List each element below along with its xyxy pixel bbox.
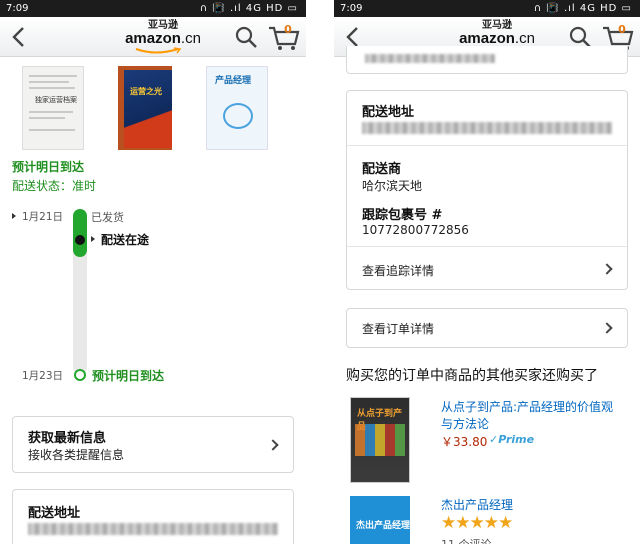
view-tracking-row[interactable]: 查看追踪详情 [347,247,627,289]
product-image-2[interactable]: 杰出产品经理 [350,496,410,544]
product-thumbnail-1[interactable]: 独家运营档案 [22,66,84,150]
view-order-button[interactable]: 查看订单详情 [346,308,628,348]
logo-en-text: amazon.cn [125,30,201,47]
right-screen: 7:09 ∩ 📳 .ıl 4G HD ▭ 亚马逊 amazon.cn 0 配送地… [334,0,640,544]
product-image-1[interactable]: 从点子到产品 [350,397,410,483]
address-redacted [362,122,612,134]
amazon-logo[interactable]: 亚马逊 amazon.cn [118,20,208,54]
status-time: 7:09 [6,3,29,14]
redacted-text [365,54,495,63]
timeline-shipped-label: 已发货 [91,211,124,224]
tracking-title: 跟踪包裹号 # [362,208,443,223]
left-screen: 7:09 ∩ 📳 .ıl 4G HD ▭ 亚马逊 amazon.cn 0 独家运… [0,0,306,544]
chevron-right-icon [601,322,613,334]
timeline-current-label: 配送在途 [101,233,150,247]
timeline-end-date: 1月23日 [22,370,64,382]
shipping-info-card: 配送地址 配送商 哈尔滨天地 跟踪包裹号 # 10772800772856 查看… [346,90,628,290]
chevron-right-icon [601,263,613,275]
cart-count: 0 [284,23,292,36]
carrier-title: 配送商 [362,162,402,177]
status-time: 7:09 [340,3,363,14]
carrier-name: 哈尔滨天地 [362,179,423,193]
timeline-start-date: 1月21日 [22,211,64,223]
tracking-number: 10772800772856 [362,223,469,237]
smile-icon [135,47,182,54]
product-image-2-title: 杰出产品经理 [356,521,411,531]
status-bar: 7:09 ∩ 📳 .ıl 4G HD ▭ [334,0,640,17]
timeline-end-dot [74,369,86,381]
product-2-link[interactable]: 杰出产品经理 [441,497,513,514]
thumb3-title: 产品经理 [215,76,252,86]
previous-card-bottom [346,46,628,74]
address-title: 配送地址 [28,506,81,521]
timeline-pointer-icon [91,236,95,242]
product-thumbnail-3[interactable]: 产品经理 [206,66,268,150]
view-tracking-label: 查看追踪详情 [362,264,435,278]
address-card: 配送地址 [12,489,294,544]
prime-badge: ✓Prime [489,433,535,446]
nav-bar: 亚马逊 amazon.cn 0 [0,17,306,57]
status-icons: ∩ 📳 .ıl 4G HD ▭ [199,3,298,14]
cart-button[interactable]: 0 [268,23,300,51]
status-bar: 7:09 ∩ 📳 .ıl 4G HD ▭ [0,0,306,17]
updates-subtitle: 接收各类提醒信息 [28,448,125,462]
delivery-status: 配送状态：准时 [12,179,97,193]
updates-title: 获取最新信息 [28,431,107,446]
updates-card[interactable]: 获取最新信息 接收各类提醒信息 [12,416,294,473]
product-1-price: ￥33.80 [441,435,488,449]
brain-icon [223,103,253,129]
back-arrow-icon[interactable] [8,25,32,49]
logo-en-text: amazon.cn [459,30,535,47]
timeline-end-label: 预计明日到达 [92,369,165,383]
timeline-current-dot [75,235,85,245]
star-rating-icon: ★★★★★ [441,513,513,533]
timeline-arrow-icon [12,213,16,219]
search-icon[interactable] [234,25,258,49]
also-bought-title: 购买您的订单中商品的其他买家还购买了 [346,368,598,384]
divider [347,145,627,146]
view-order-label: 查看订单详情 [362,322,435,336]
address-redacted [28,523,278,535]
address-title: 配送地址 [362,105,415,120]
status-icons: ∩ 📳 .ıl 4G HD ▭ [533,3,632,14]
cart-count: 0 [618,23,626,36]
product-1-link[interactable]: 从点子到产品:产品经理的价值观 与方法论 [441,399,613,433]
timeline-progress [73,209,87,257]
review-count[interactable]: 11 个评论 [441,536,492,544]
thumb2-title: 运营之光 [130,87,162,96]
delivery-eta: 预计明日到达 [12,160,85,174]
chevron-right-icon [267,439,279,451]
thumb1-title: 独家运营档案 [35,96,77,104]
product-thumbnail-2[interactable]: 运营之光 [118,66,172,150]
